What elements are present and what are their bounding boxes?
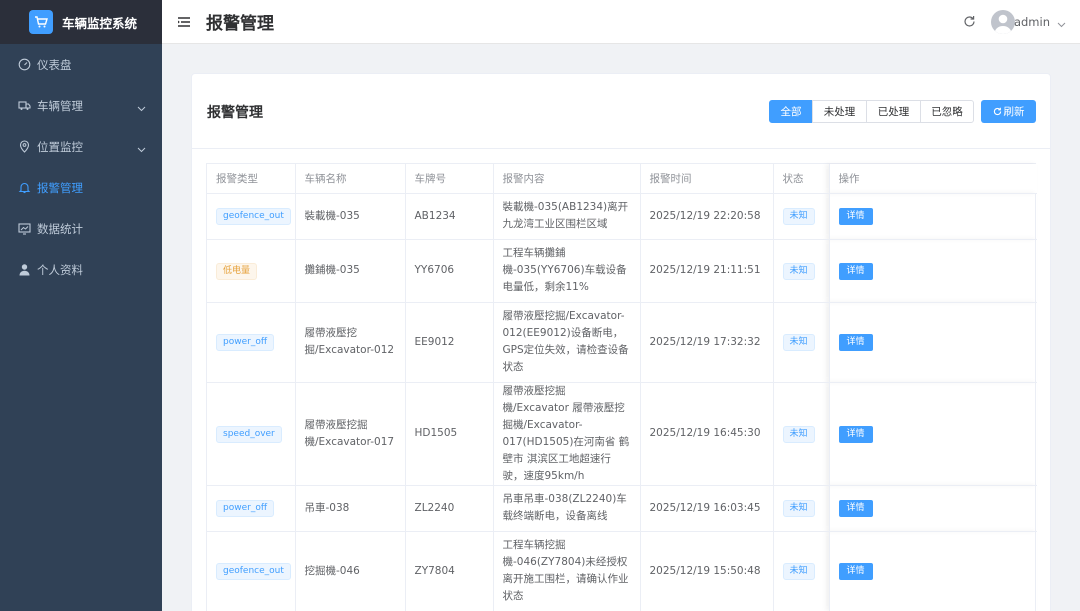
- top-header: 报警管理 admin: [162, 0, 1080, 44]
- table-row: power_off 履帶液壓挖掘/Excavator-012 EE9012 履帶…: [207, 302, 1037, 383]
- refresh-icon[interactable]: [963, 15, 976, 31]
- content-cell: 工程车辆挖掘機-046(ZY7804)未经授权离开施工围栏，请确认作业状态: [493, 531, 641, 611]
- time-cell: 2025/12/19 21:11:51: [640, 239, 774, 303]
- alarm-type-tag: power_off: [216, 334, 275, 351]
- vehicle-name-cell: 攤鋪機-035: [295, 239, 406, 303]
- sidebar-item-label: 报警管理: [37, 180, 83, 195]
- status-badge: 未知: [782, 334, 815, 351]
- card-title: 报警管理: [207, 105, 263, 121]
- hamburger-icon[interactable]: [178, 16, 190, 28]
- status-badge: 未知: [782, 208, 815, 225]
- column-header[interactable]: 状态: [773, 164, 830, 194]
- username[interactable]: admin: [1014, 15, 1050, 29]
- alarm-type-tag: geofence_out: [216, 208, 291, 225]
- detail-button[interactable]: 详情: [838, 500, 873, 517]
- table-row: 低电量 攤鋪機-035 YY6706 工程车辆攤鋪機-035(YY6706)车载…: [207, 239, 1037, 303]
- page-title: 报警管理: [206, 14, 274, 34]
- sidebar-item-dashboard[interactable]: 仪表盘: [0, 44, 162, 85]
- sidebar-item-alarms[interactable]: 报警管理: [0, 167, 162, 208]
- sidebar-item-location[interactable]: 位置监控: [0, 126, 162, 167]
- alarm-table: 报警类型 车辆名称 车牌号 报警内容 报警时间 状态 操作 geofence_o…: [206, 163, 1037, 611]
- bell-icon: [18, 181, 31, 194]
- refresh-button[interactable]: 刷新: [981, 100, 1036, 123]
- sidebar-item-label: 个人资料: [37, 262, 83, 277]
- plate-cell: HD1505: [405, 382, 494, 486]
- column-header[interactable]: 车辆名称: [295, 164, 406, 194]
- plate-cell: AB1234: [405, 193, 494, 240]
- column-header[interactable]: 车牌号: [405, 164, 494, 194]
- time-cell: 2025/12/19 16:45:30: [640, 382, 774, 486]
- content-cell: 履帶液壓挖掘機/Excavator 履帶液壓挖掘機/Excavator-017(…: [493, 382, 641, 486]
- table-row: power_off 吊車-038 ZL2240 吊車吊車-038(ZL2240)…: [207, 485, 1037, 532]
- chart-icon: [18, 222, 31, 235]
- time-cell: 2025/12/19 16:03:45: [640, 485, 774, 532]
- status-badge: 未知: [782, 262, 815, 280]
- alarm-type-tag: power_off: [216, 500, 275, 517]
- brand-title: 车辆监控系统: [62, 15, 138, 31]
- card-header: 报警管理 全部 未处理 已处理 已忽略 刷新: [192, 74, 1050, 149]
- sidebar-item-profile[interactable]: 个人资料: [0, 249, 162, 290]
- dashboard-icon: [18, 58, 31, 71]
- vehicle-name-cell: 履帶液壓挖掘/Excavator-012: [295, 302, 406, 383]
- content-cell: 裝載機-035(AB1234)离开九龙湾工业区围栏区域: [493, 193, 641, 240]
- content-cell: 吊車吊車-038(ZL2240)车载终端断电，设备离线: [493, 485, 641, 532]
- column-header[interactable]: 报警类型: [207, 164, 296, 194]
- plate-cell: ZY7804: [405, 531, 494, 611]
- detail-button[interactable]: 详情: [838, 334, 873, 351]
- content-cell: 工程车辆攤鋪機-035(YY6706)车载设备电量低，剩余11%: [493, 239, 641, 303]
- content-cell: 履帶液壓挖掘/Excavator-012(EE9012)设备断电，GPS定位失效…: [493, 302, 641, 383]
- table-row: speed_over 履帶液壓挖掘機/Excavator-017 HD1505 …: [207, 382, 1037, 486]
- vehicle-name-cell: 挖掘機-046: [295, 531, 406, 611]
- status-badge: 未知: [782, 500, 815, 517]
- filter-processed-button[interactable]: 已处理: [866, 100, 921, 123]
- chevron-down-icon: [137, 101, 146, 115]
- sidebar-item-statistics[interactable]: 数据统计: [0, 208, 162, 249]
- cart-icon: [29, 10, 53, 34]
- alarm-type-tag: 低电量: [216, 262, 258, 280]
- column-header[interactable]: 操作: [829, 164, 1037, 194]
- filter-ignored-button[interactable]: 已忽略: [920, 100, 974, 123]
- plate-cell: ZL2240: [405, 485, 494, 532]
- detail-button[interactable]: 详情: [838, 208, 873, 225]
- chevron-down-icon[interactable]: [1057, 17, 1066, 31]
- plate-cell: EE9012: [405, 302, 494, 383]
- sidebar: 车辆监控系统 仪表盘 车辆管理 位置监控 报警管理 数据统计 个人资料: [0, 0, 162, 611]
- detail-button[interactable]: 详情: [838, 425, 873, 443]
- alarm-type-tag: speed_over: [216, 425, 282, 443]
- table-row: geofence_out 裝載機-035 AB1234 裝載機-035(AB12…: [207, 193, 1037, 240]
- status-badge: 未知: [782, 425, 815, 443]
- plate-cell: YY6706: [405, 239, 494, 303]
- time-cell: 2025/12/19 15:50:48: [640, 531, 774, 611]
- sidebar-item-label: 位置监控: [37, 139, 83, 154]
- sidebar-item-label: 数据统计: [37, 221, 83, 236]
- detail-button[interactable]: 详情: [838, 563, 873, 580]
- column-header[interactable]: 报警内容: [493, 164, 641, 194]
- column-header[interactable]: 报警时间: [640, 164, 774, 194]
- status-filter-group: 全部 未处理 已处理 已忽略: [769, 100, 974, 123]
- alarm-card: 报警管理 全部 未处理 已处理 已忽略 刷新 报警类型 车辆名称 车牌号 报警内…: [191, 73, 1051, 611]
- table-row: geofence_out 挖掘機-046 ZY7804 工程车辆挖掘機-046(…: [207, 531, 1037, 611]
- chevron-down-icon: [137, 142, 146, 156]
- filter-unprocessed-button[interactable]: 未处理: [812, 100, 867, 123]
- vehicle-name-cell: 裝載機-035: [295, 193, 406, 240]
- alarm-type-tag: geofence_out: [216, 563, 291, 580]
- refresh-icon: [993, 107, 1001, 116]
- refresh-label: 刷新: [1003, 106, 1025, 118]
- sidebar-item-vehicles[interactable]: 车辆管理: [0, 85, 162, 126]
- sidebar-item-label: 车辆管理: [37, 98, 83, 113]
- user-icon: [18, 263, 31, 276]
- table-header-row: 报警类型 车辆名称 车牌号 报警内容 报警时间 状态 操作: [207, 164, 1037, 194]
- truck-icon: [18, 99, 31, 112]
- time-cell: 2025/12/19 17:32:32: [640, 302, 774, 383]
- status-badge: 未知: [782, 563, 815, 580]
- sidebar-item-label: 仪表盘: [37, 57, 72, 72]
- filter-all-button[interactable]: 全部: [769, 100, 813, 123]
- time-cell: 2025/12/19 22:20:58: [640, 193, 774, 240]
- vehicle-name-cell: 吊車-038: [295, 485, 406, 532]
- location-icon: [18, 140, 31, 153]
- brand[interactable]: 车辆监控系统: [0, 0, 162, 44]
- detail-button[interactable]: 详情: [838, 262, 873, 280]
- avatar[interactable]: [991, 10, 1015, 34]
- vehicle-name-cell: 履帶液壓挖掘機/Excavator-017: [295, 382, 406, 486]
